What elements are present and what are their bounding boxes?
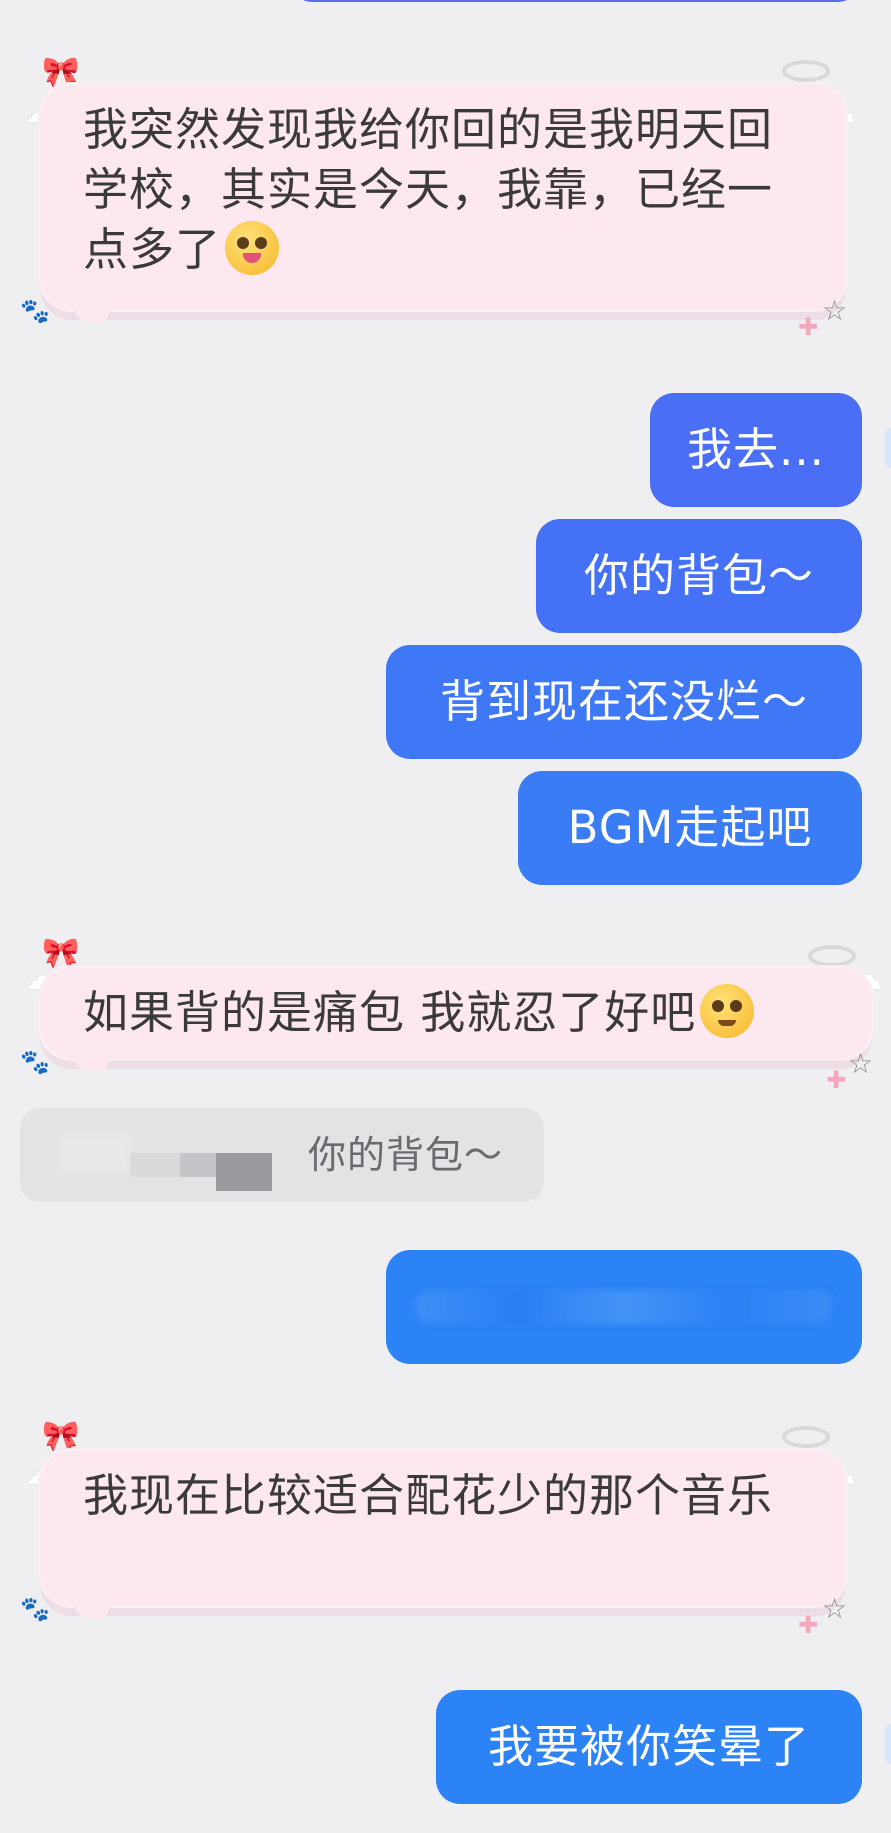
paw-icon: 🐾 — [20, 1048, 50, 1076]
sent-message-bubble[interactable]: 我要被你笑晕了 — [436, 1690, 862, 1804]
sent-message-bubble[interactable]: 背到现在还没烂～ — [386, 645, 862, 759]
tongue-out-dizzy-face-emoji — [225, 221, 280, 275]
sent-message-bubble[interactable]: 你的背包～ — [536, 519, 862, 633]
bubble-tail — [65, 1592, 115, 1618]
bubble-body: 我现在比较适合配花少的那个音乐 — [38, 1448, 848, 1618]
edge-artifact — [885, 428, 891, 468]
plus-icon: ✚ — [798, 313, 819, 341]
quoted-message[interactable]: 你的背包～ — [20, 1108, 544, 1202]
blurred-sender — [216, 1153, 272, 1191]
bubble-body: 我突然发现我给你回的是我明天回学校，其实是今天，我靠，已经一点多了 — [38, 82, 848, 322]
halo-icon — [782, 1426, 830, 1448]
halo-icon — [782, 60, 830, 82]
blurred-sender — [60, 1133, 130, 1173]
star-icon: ☆ — [822, 294, 848, 327]
received-message-bubble[interactable]: 🎀 ☁ ☁ 我突然发现我给你回的是我明天回学校，其实是今天，我靠，已经一点多了 … — [20, 58, 860, 342]
star-icon: ☆ — [822, 1592, 848, 1625]
sent-message-bubble[interactable]: BGM走起吧 — [518, 771, 862, 885]
edge-artifact — [885, 1724, 891, 1764]
plus-icon: ✚ — [826, 1066, 847, 1094]
sent-message-bubble-blurred[interactable] — [386, 1250, 862, 1364]
message-text: 如果背的是痛包 我就忍了好吧 — [83, 983, 834, 1043]
blurred-content — [416, 1290, 832, 1324]
paw-icon: 🐾 — [20, 1595, 50, 1623]
bubble-tail — [65, 1045, 115, 1071]
bubble-body: 如果背的是痛包 我就忍了好吧 — [38, 965, 874, 1071]
star-icon: ☆ — [848, 1047, 874, 1080]
message-text: 我去... — [687, 423, 825, 476]
previous-sent-bubble[interactable] — [290, 0, 860, 2]
quoted-text: 你的背包～ — [308, 1133, 504, 1177]
chat-message-list[interactable]: 🎀 ☁ ☁ 我突然发现我给你回的是我明天回学校，其实是今天，我靠，已经一点多了 … — [0, 0, 891, 1833]
message-text: BGM走起吧 — [567, 801, 813, 854]
message-text: 我突然发现我给你回的是我明天回学校，其实是今天，我靠，已经一点多了 — [83, 103, 774, 276]
message-text: 我现在比较适合配花少的那个音乐 — [83, 1469, 774, 1522]
sent-message-bubble[interactable]: 我去... — [650, 393, 862, 507]
received-message-bubble[interactable]: 🎀 ☁ ☁ 我现在比较适合配花少的那个音乐 🐾 ✚ ☆ — [20, 1422, 860, 1640]
received-message-bubble[interactable]: 🎀 ☁ ☁ 如果背的是痛包 我就忍了好吧 🐾 ✚ ☆ — [20, 939, 882, 1095]
paw-icon: 🐾 — [20, 297, 50, 325]
plus-icon: ✚ — [798, 1611, 819, 1639]
bubble-tail — [65, 296, 115, 322]
message-text: 你的背包～ — [583, 549, 814, 602]
message-text: 背到现在还没烂～ — [439, 675, 808, 728]
message-text: 我要被你笑晕了 — [487, 1720, 810, 1773]
pleading-face-emoji — [700, 984, 755, 1038]
